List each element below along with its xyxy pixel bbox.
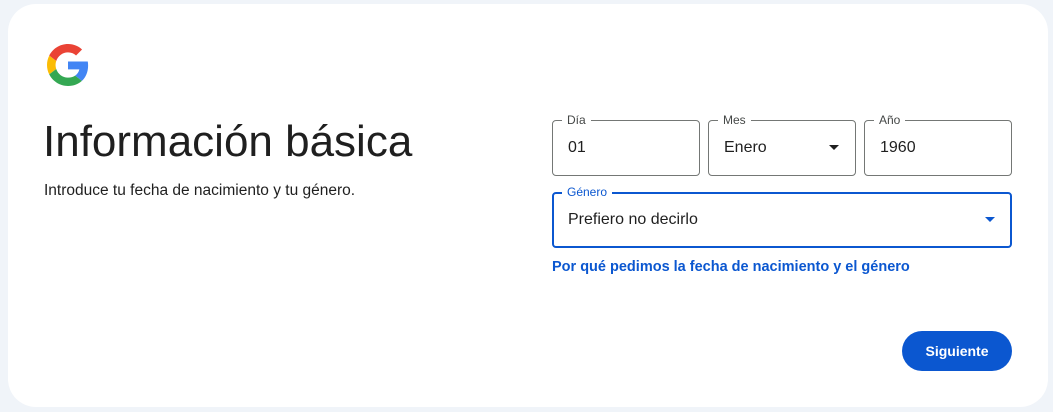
month-select[interactable]: Mes Enero bbox=[708, 112, 856, 176]
next-button[interactable]: Siguiente bbox=[902, 331, 1012, 371]
page-subtitle: Introduce tu fecha de nacimiento y tu gé… bbox=[44, 182, 356, 199]
day-value[interactable]: 01 bbox=[568, 121, 586, 175]
page-title: Información básica bbox=[43, 117, 413, 166]
month-value[interactable]: Enero bbox=[724, 121, 767, 175]
why-birthdate-gender-link[interactable]: Por qué pedimos la fecha de nacimiento y… bbox=[552, 259, 910, 275]
gender-select[interactable]: Género Prefiero no decirlo bbox=[552, 184, 1012, 248]
gender-value[interactable]: Prefiero no decirlo bbox=[568, 194, 698, 246]
dropdown-arrow-icon[interactable] bbox=[829, 145, 839, 150]
day-input[interactable]: Día 01 bbox=[552, 112, 700, 176]
google-g-logo-icon bbox=[47, 44, 89, 86]
signup-card: Información básica Introduce tu fecha de… bbox=[8, 4, 1048, 407]
year-input[interactable]: Año 1960 bbox=[864, 112, 1012, 176]
year-value[interactable]: 1960 bbox=[880, 121, 916, 175]
dropdown-arrow-icon[interactable] bbox=[985, 217, 995, 222]
